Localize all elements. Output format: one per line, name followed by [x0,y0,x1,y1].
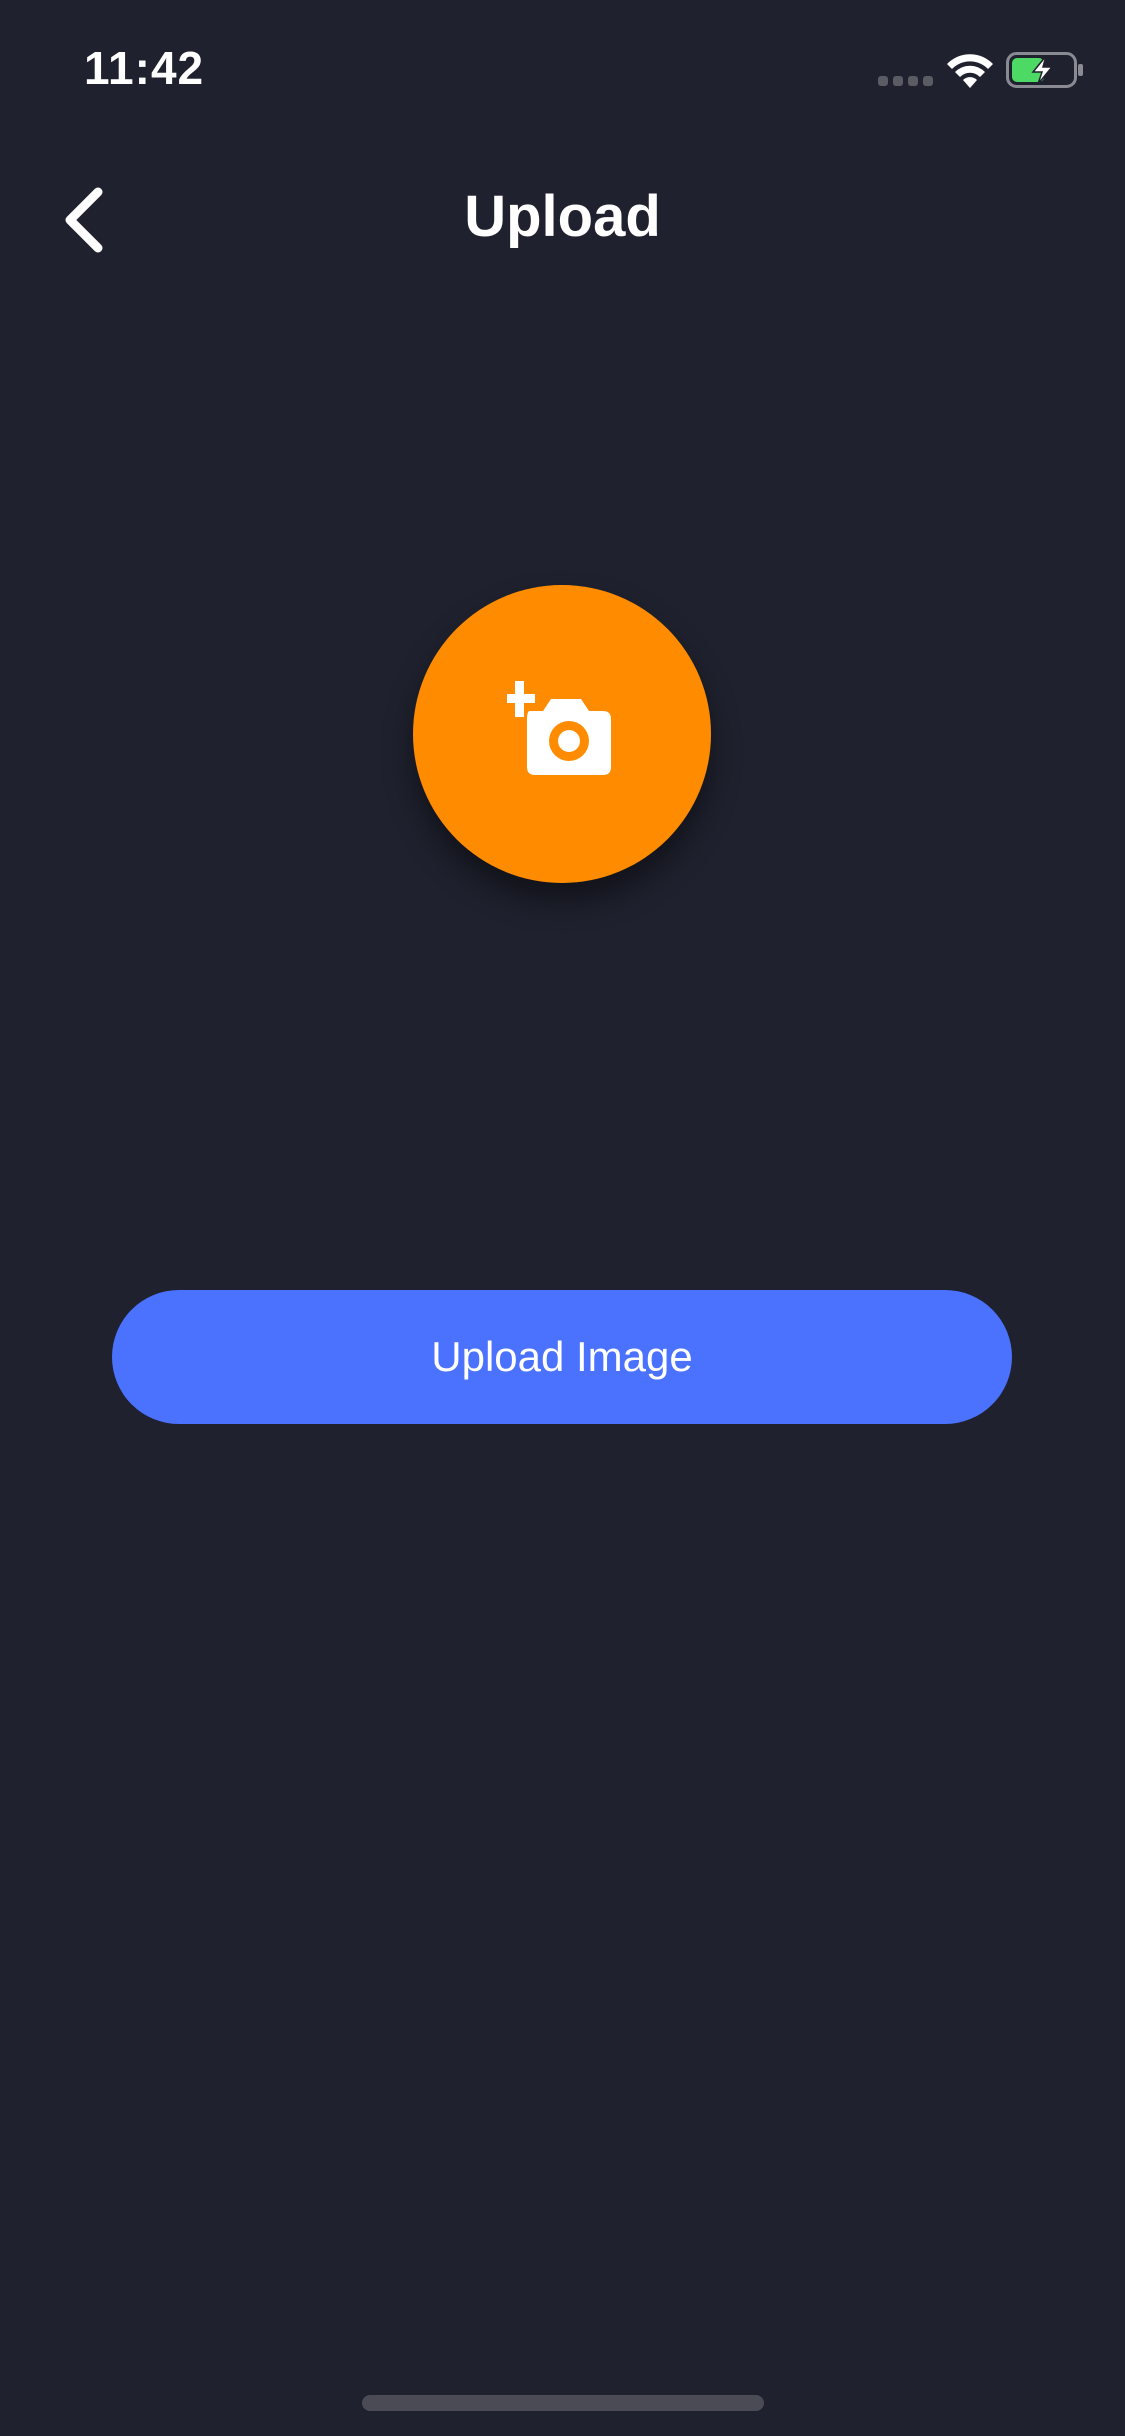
add-photo-button[interactable] [413,585,711,883]
status-time: 11:42 [84,42,205,94]
add-photo-camera-icon [507,681,611,775]
page-title: Upload [464,184,661,249]
status-bar: 11:42 [0,0,1125,132]
signal-dots-icon [878,76,933,86]
home-indicator[interactable] [362,2395,764,2411]
battery-charging-icon [1006,52,1083,88]
upload-image-button[interactable]: Upload Image [112,1290,1012,1424]
wifi-icon [947,54,993,88]
navigation-bar: Upload [0,160,1125,270]
